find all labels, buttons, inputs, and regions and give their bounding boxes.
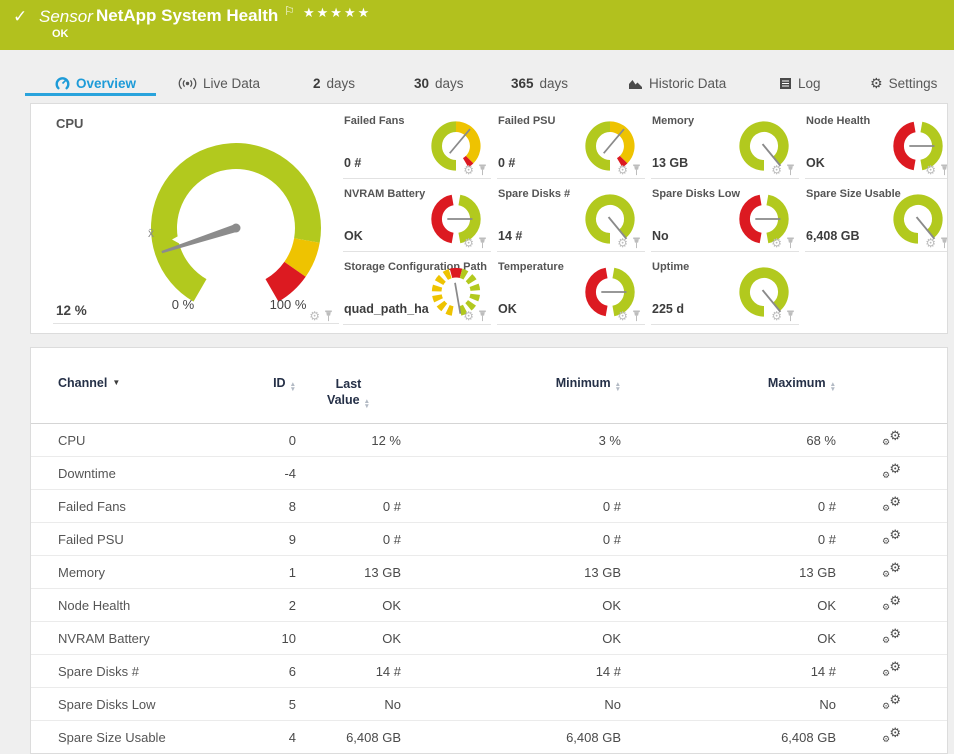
log-icon — [779, 77, 792, 90]
pin-icon[interactable] — [786, 237, 795, 249]
gauges-panel: CPU x̄ 0 % 100 % 12 % ⚙ Failed Fans 0 # … — [30, 103, 948, 334]
gauge-cell-memory: Memory 13 GB ⚙ — [651, 109, 799, 179]
column-header-last-value[interactable]: LastValue▲▼ — [296, 348, 401, 424]
gauge-settings-gear-icon[interactable]: ⚙ — [771, 310, 782, 322]
channel-settings-gears-icon[interactable]: ⚙⚙ — [882, 562, 901, 579]
channel-settings-gears-icon[interactable]: ⚙⚙ — [882, 463, 901, 480]
gauge-cell-nvram-battery: NVRAM Battery OK ⚙ — [343, 182, 491, 252]
pin-icon[interactable] — [632, 310, 641, 322]
divider — [53, 323, 339, 324]
tab-log[interactable]: Log — [779, 72, 821, 94]
object-kind-label: Sensor — [39, 7, 93, 27]
table-row: Memory 1 13 GB 13 GB 13 GB ⚙⚙ — [31, 556, 947, 589]
table-row: Failed PSU 9 0 # 0 # 0 # ⚙⚙ — [31, 523, 947, 556]
pin-icon[interactable] — [478, 164, 487, 176]
column-header-minimum[interactable]: Minimum▲▼ — [401, 348, 621, 424]
gauge-cell-cpu: CPU x̄ 0 % 100 % 12 % ⚙ — [31, 109, 341, 324]
gauge-cell-storage-configuration-path: Storage Configuration Path quad_path_ha … — [343, 255, 491, 325]
table-row: CPU 0 12 % 3 % 68 % ⚙⚙ — [31, 424, 947, 457]
page-title: NetApp System Health — [96, 6, 278, 26]
pin-icon[interactable] — [940, 164, 948, 176]
table-header-row: Channel▼ ID▲▼ LastValue▲▼ Minimum▲▼ Maxi… — [31, 348, 947, 424]
table-row: Failed Fans 8 0 # 0 # 0 # ⚙⚙ — [31, 490, 947, 523]
gauge-settings-gear-icon[interactable]: ⚙ — [617, 237, 628, 249]
sort-icon: ▲▼ — [364, 399, 370, 409]
tab-overview[interactable]: Overview — [55, 72, 136, 94]
sort-icon: ▲▼ — [830, 382, 836, 392]
gauge-settings-gear-icon[interactable]: ⚙ — [463, 237, 474, 249]
tab-365-days[interactable]: 365 days — [511, 72, 568, 94]
average-marker-label: x̄ — [148, 226, 154, 240]
gauge-cell-failed-fans: Failed Fans 0 # ⚙ — [343, 109, 491, 179]
gauge-icon — [55, 76, 70, 91]
gauge-cell-spare-disks: Spare Disks # 14 # ⚙ — [497, 182, 645, 252]
pin-icon[interactable] — [786, 164, 795, 176]
area-chart-icon — [628, 77, 643, 90]
priority-stars[interactable]: ★★★★★ — [303, 5, 371, 21]
status-badge: OK — [52, 28, 69, 40]
gauge-cell-uptime: Uptime 225 d ⚙ — [651, 255, 799, 325]
gauge-settings-gear-icon[interactable]: ⚙ — [309, 310, 320, 322]
tab-live-data[interactable]: Live Data — [178, 72, 260, 94]
channels-table: Channel▼ ID▲▼ LastValue▲▼ Minimum▲▼ Maxi… — [31, 348, 947, 754]
channel-settings-gears-icon[interactable]: ⚙⚙ — [882, 694, 901, 711]
column-header-maximum[interactable]: Maximum▲▼ — [621, 348, 836, 424]
flag-icon[interactable]: ⚐ — [284, 4, 295, 18]
table-row: Spare Disks Low 5 No No No ⚙⚙ — [31, 688, 947, 721]
gauge-settings-gear-icon[interactable]: ⚙ — [925, 237, 936, 249]
pin-icon[interactable] — [478, 310, 487, 322]
channel-settings-gears-icon[interactable]: ⚙⚙ — [882, 661, 901, 678]
tab-2-days[interactable]: 2 days — [313, 72, 355, 94]
table-row: Spare Size Usable 4 6,408 GB 6,408 GB 6,… — [31, 721, 947, 754]
gear-icon: ⚙ — [870, 75, 883, 92]
tab-settings[interactable]: ⚙ Settings — [870, 72, 937, 94]
status-check-icon: ✓ — [13, 7, 27, 27]
gauge-settings-gear-icon[interactable]: ⚙ — [771, 164, 782, 176]
cpu-scale-max: 100 % — [270, 297, 307, 312]
channel-settings-gears-icon[interactable]: ⚙⚙ — [882, 727, 901, 744]
channel-settings-gears-icon[interactable]: ⚙⚙ — [882, 595, 901, 612]
column-header-id[interactable]: ID▲▼ — [248, 348, 296, 424]
cpu-scale-min: 0 % — [172, 297, 194, 312]
gauge-settings-gear-icon[interactable]: ⚙ — [617, 164, 628, 176]
gauge-cell-node-health: Node Health OK ⚙ — [805, 109, 948, 179]
gauge-settings-gear-icon[interactable]: ⚙ — [463, 310, 474, 322]
gauge-cell-temperature: Temperature OK ⚙ — [497, 255, 645, 325]
gauge-cell-spare-disks-low: Spare Disks Low No ⚙ — [651, 182, 799, 252]
gauge-settings-gear-icon[interactable]: ⚙ — [463, 164, 474, 176]
pin-icon[interactable] — [632, 164, 641, 176]
tab-30-days[interactable]: 30 days — [414, 72, 464, 94]
tab-historic-data[interactable]: Historic Data — [628, 72, 726, 94]
table-row: Node Health 2 OK OK OK ⚙⚙ — [31, 589, 947, 622]
gauge-cell-failed-psu: Failed PSU 0 # ⚙ — [497, 109, 645, 179]
sort-icon: ▲▼ — [615, 382, 621, 392]
table-row: Downtime -4 ⚙⚙ — [31, 457, 947, 490]
channel-settings-gears-icon[interactable]: ⚙⚙ — [882, 529, 901, 546]
pin-icon[interactable] — [324, 310, 333, 322]
broadcast-icon — [178, 77, 197, 90]
sort-desc-icon: ▼ — [112, 378, 120, 387]
pin-icon[interactable] — [478, 237, 487, 249]
column-header-channel[interactable]: Channel▼ — [31, 348, 248, 424]
channel-settings-gears-icon[interactable]: ⚙⚙ — [882, 430, 901, 447]
sensor-header: ✓ Sensor NetApp System Health ⚐ ★★★★★ OK — [0, 0, 954, 50]
channels-table-panel: Channel▼ ID▲▼ LastValue▲▼ Minimum▲▼ Maxi… — [30, 347, 948, 754]
gauge-title: CPU — [56, 116, 83, 131]
table-row: Spare Disks # 6 14 # 14 # 14 # ⚙⚙ — [31, 655, 947, 688]
gauge-settings-gear-icon[interactable]: ⚙ — [925, 164, 936, 176]
table-row: NVRAM Battery 10 OK OK OK ⚙⚙ — [31, 622, 947, 655]
cpu-gauge: x̄ — [96, 133, 356, 323]
pin-icon[interactable] — [940, 237, 948, 249]
channel-settings-gears-icon[interactable]: ⚙⚙ — [882, 496, 901, 513]
channel-settings-gears-icon[interactable]: ⚙⚙ — [882, 628, 901, 645]
sort-icon: ▲▼ — [290, 382, 296, 392]
gauge-settings-gear-icon[interactable]: ⚙ — [617, 310, 628, 322]
tab-bar: Overview Live Data 2 days 30 days 365 da… — [0, 50, 954, 103]
gauge-settings-gear-icon[interactable]: ⚙ — [771, 237, 782, 249]
cpu-last-value: 12 % — [56, 303, 87, 318]
gauge-cell-spare-size-usable: Spare Size Usable 6,408 GB ⚙ — [805, 182, 948, 252]
active-tab-underline — [25, 93, 156, 96]
pin-icon[interactable] — [786, 310, 795, 322]
pin-icon[interactable] — [632, 237, 641, 249]
